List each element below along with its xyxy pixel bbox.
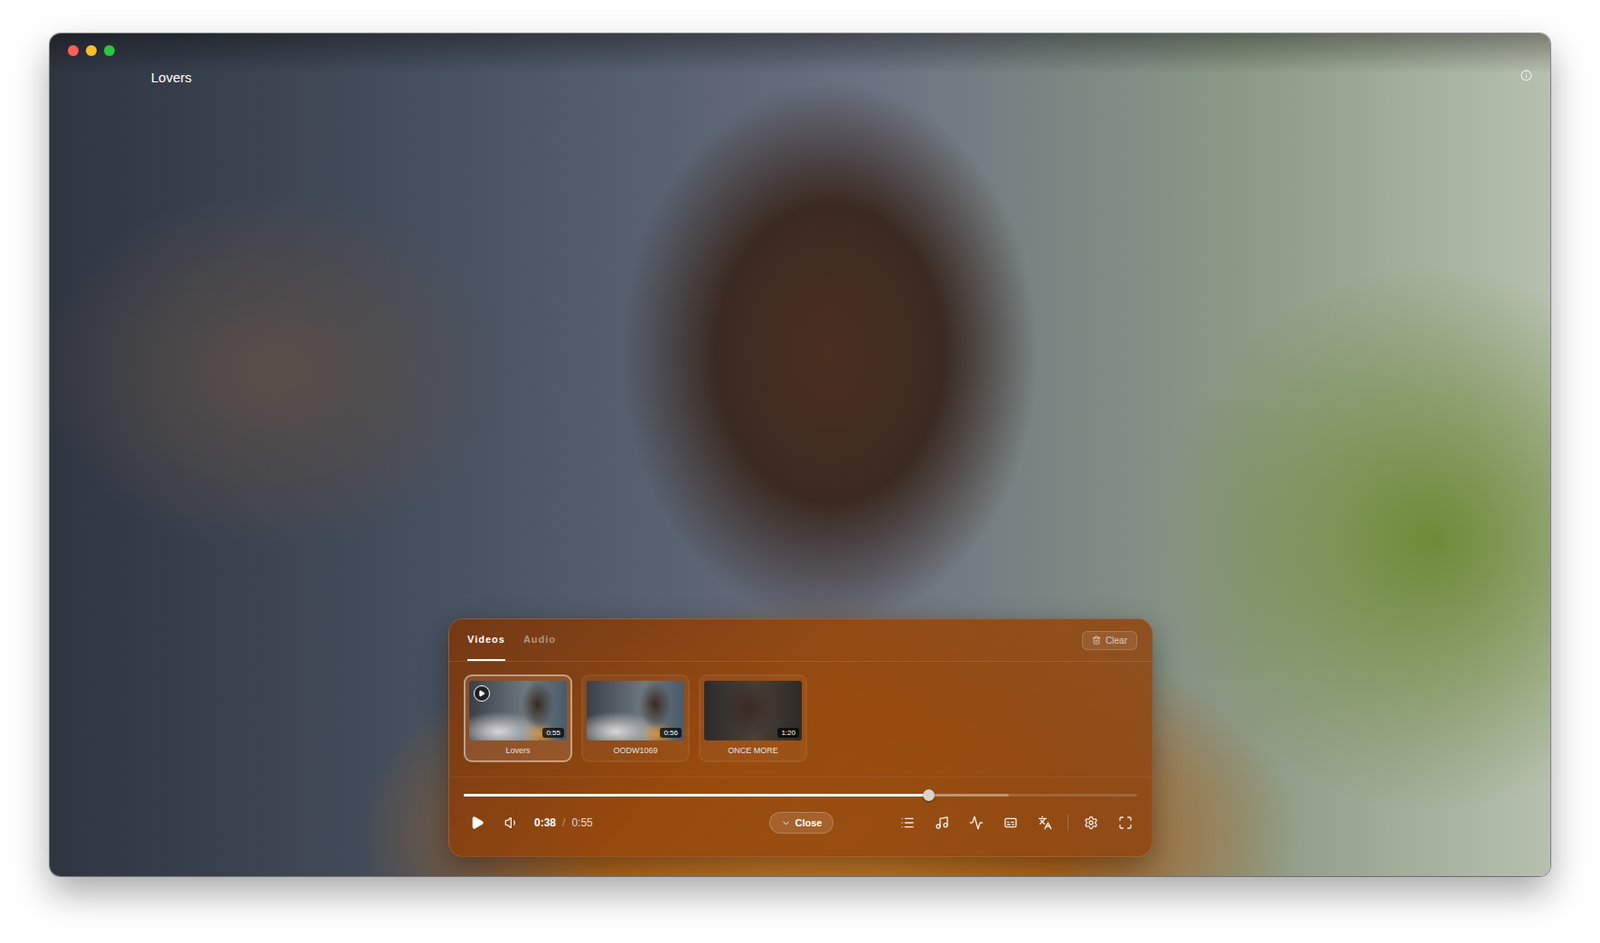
now-playing-badge — [473, 685, 490, 702]
clear-button[interactable]: Clear — [1082, 630, 1138, 650]
settings-button[interactable] — [1079, 810, 1103, 835]
audio-track-button[interactable] — [930, 810, 954, 835]
video-thumbnail: 0:55 — [469, 680, 567, 741]
duration-badge: 0:55 — [542, 727, 565, 738]
playlist: 0:55 Lovers 0:56 OODW1069 1:20 ONCE MORE — [449, 661, 1152, 778]
subtitles-button[interactable] — [998, 810, 1023, 835]
total-time: 0:55 — [571, 816, 593, 829]
progress-knob[interactable] — [922, 789, 935, 801]
playlist-item[interactable]: 0:55 Lovers — [463, 674, 573, 763]
video-thumbnail: 0:56 — [586, 680, 685, 741]
duration-badge: 1:20 — [777, 727, 800, 738]
waveform-icon — [969, 815, 984, 830]
video-title: Lovers — [469, 745, 567, 755]
chevron-down-icon — [781, 818, 791, 829]
progress-fill — [463, 793, 929, 797]
current-time: 0:38 — [534, 816, 556, 829]
video-thumbnail: 1:20 — [704, 680, 802, 741]
zoom-window-button[interactable] — [103, 45, 115, 57]
control-bar: 0:38 / 0:55 Close — [449, 803, 1152, 846]
volume-button[interactable] — [499, 810, 524, 835]
play-icon — [470, 815, 485, 830]
tab-bar: Videos Audio Clear — [449, 619, 1152, 662]
title-bar: Lovers — [49, 33, 1551, 74]
video-title: OODW1069 — [586, 745, 685, 755]
translate-icon — [1037, 815, 1053, 830]
minimize-window-button[interactable] — [85, 45, 97, 57]
divider — [1067, 814, 1069, 831]
tab[interactable]: Audio — [523, 619, 556, 661]
volume-icon — [504, 815, 519, 830]
playlist-item[interactable]: 0:56 OODW1069 — [581, 674, 690, 763]
video-title: ONCE MORE — [704, 745, 802, 755]
list-icon — [900, 815, 915, 830]
tab[interactable]: Videos — [467, 619, 506, 661]
playlist-panel: Videos Audio Clear 0:55 Lovers 0:56 OODW1069 1:… — [448, 618, 1153, 857]
gear-icon — [1083, 815, 1099, 830]
playlist-item[interactable]: 1:20 ONCE MORE — [698, 674, 808, 763]
info-button[interactable] — [1520, 69, 1533, 82]
duration-badge: 0:56 — [659, 727, 682, 738]
progress-bar[interactable] — [463, 793, 1138, 797]
info-icon — [1520, 69, 1533, 82]
time-separator: / — [562, 816, 565, 829]
fullscreen-icon — [1118, 815, 1133, 830]
page: Lovers Videos Audio Clear 0:55 Lovers 0:56 OODW… — [0, 0, 1600, 943]
window-title: Lovers — [150, 69, 192, 85]
play-icon — [478, 689, 486, 697]
playlist-button[interactable] — [895, 810, 920, 835]
fullscreen-button[interactable] — [1113, 810, 1138, 835]
play-button[interactable] — [465, 810, 490, 835]
player-window: Lovers Videos Audio Clear 0:55 Lovers 0:56 OODW… — [49, 33, 1551, 876]
translate-button[interactable] — [1033, 810, 1057, 835]
equalizer-button[interactable] — [964, 810, 989, 835]
close-window-button[interactable] — [67, 45, 79, 57]
progress — [449, 777, 1152, 804]
captions-icon — [1003, 815, 1018, 830]
music-icon — [934, 815, 950, 830]
close-panel-button[interactable]: Close — [769, 811, 835, 834]
time-display: 0:38 / 0:55 — [534, 816, 593, 829]
trash-icon — [1091, 635, 1102, 645]
window-controls — [67, 45, 115, 57]
